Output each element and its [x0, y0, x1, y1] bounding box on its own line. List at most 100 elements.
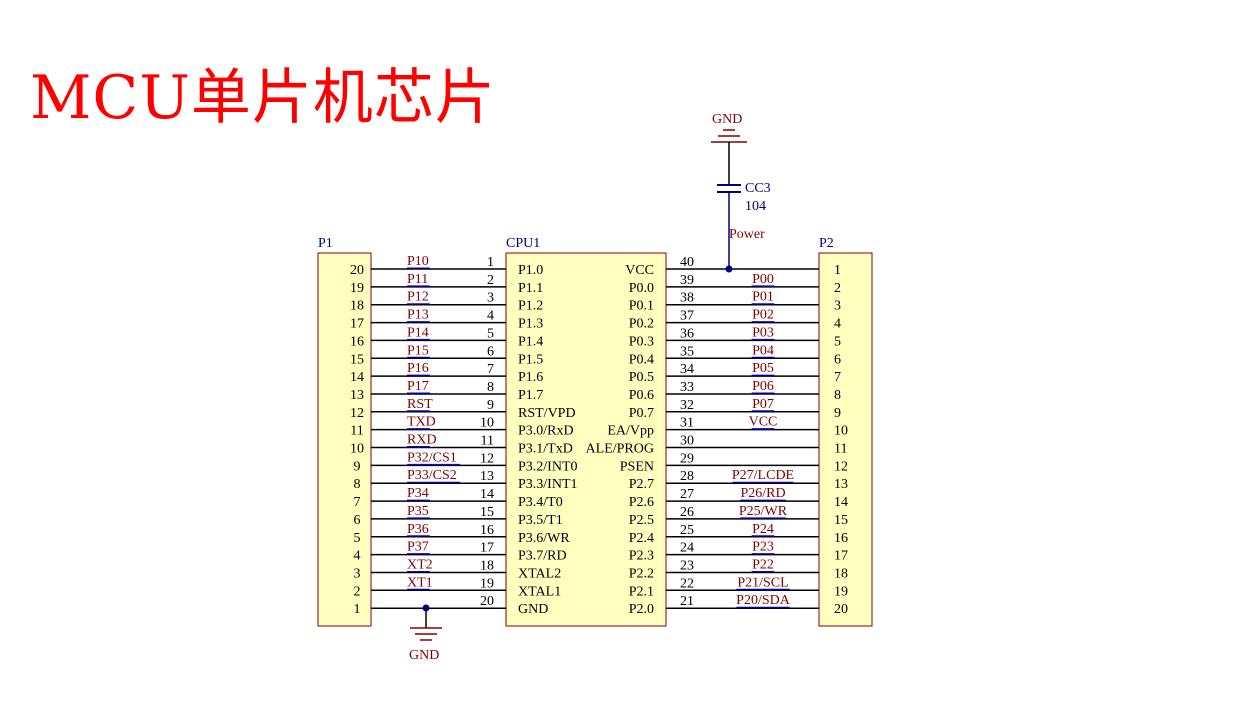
- cpu-pin-name: P0.5: [629, 370, 654, 385]
- cpu-pin-name: P3.3/INT1: [518, 477, 578, 492]
- net-label: P33/CS2: [407, 468, 457, 483]
- cpu-pin-number: 25: [680, 523, 694, 538]
- net-label: P25/WR: [739, 504, 788, 519]
- net-label: P02: [752, 308, 774, 323]
- net-label: P17: [407, 379, 429, 394]
- vcc-junction-dot: [725, 265, 733, 273]
- cpu-pin-number: 4: [487, 309, 494, 324]
- cpu-pin-name: PSEN: [620, 459, 654, 474]
- net-label: P00: [752, 272, 774, 287]
- cpu-pin-number: 3: [487, 291, 494, 306]
- cpu-pin-name: P2.3: [629, 549, 654, 564]
- cpu-pin-name: P0.4: [629, 352, 654, 367]
- net-label: VCC: [749, 415, 778, 430]
- cpu-pin-number: 22: [680, 576, 694, 591]
- cpu-pin-number: 12: [480, 451, 494, 466]
- cpu-pin-number: 5: [487, 326, 494, 341]
- cpu-pin-number: 28: [680, 469, 694, 484]
- cpu-pin-number: 23: [680, 559, 694, 574]
- p1-pin-number: 15: [350, 352, 364, 367]
- p2-pin-number: 7: [834, 370, 841, 385]
- p1-pin-number: 1: [354, 602, 361, 617]
- cpu-pin-number: 40: [680, 255, 694, 270]
- net-label: P21/SCL: [737, 575, 788, 590]
- net-label: P01: [752, 290, 774, 305]
- cpu-pin-number: 2: [487, 273, 494, 288]
- cpu-pin-number: 10: [480, 416, 494, 431]
- p2-pin-number: 11: [834, 442, 847, 457]
- cpu-pin-number: 35: [680, 344, 694, 359]
- p2-pin-number: 15: [834, 513, 848, 528]
- p1-pin-number: 17: [350, 317, 364, 332]
- cpu-pin-name: P0.2: [629, 317, 654, 332]
- cpu-pin-name: EA/Vpp: [607, 424, 654, 439]
- p1-pin-number: 6: [354, 513, 361, 528]
- capacitor-designator: CC3: [745, 181, 771, 196]
- cpu-pin-name: P2.2: [629, 567, 654, 582]
- cpu-pin-number: 36: [680, 326, 694, 341]
- cpu-pin-number: 38: [680, 291, 694, 306]
- p2-pin-number: 5: [834, 334, 841, 349]
- p1-pin-number: 2: [354, 584, 361, 599]
- cpu-pin-name: P0.3: [629, 334, 654, 349]
- cpu-pin-number: 6: [487, 344, 494, 359]
- cpu-pin-name: P0.1: [629, 299, 654, 314]
- cpu-pin-name: P3.0/RxD: [518, 424, 574, 439]
- cpu-pin-name: P2.0: [629, 602, 654, 617]
- net-label: P12: [407, 290, 429, 305]
- net-label: P16: [407, 361, 429, 376]
- capacitor-value: 104: [745, 199, 766, 214]
- net-label: P07: [752, 397, 774, 412]
- net-label: RXD: [407, 433, 437, 448]
- cpu-pin-number: 16: [480, 523, 494, 538]
- cpu-pin-name: P0.7: [629, 406, 654, 421]
- cpu-pin-number: 7: [487, 362, 494, 377]
- cpu-pin-name: P1.6: [518, 370, 543, 385]
- gnd-label-bottom: GND: [409, 648, 439, 663]
- cpu-pin-number: 37: [680, 309, 694, 324]
- p1-pin-number: 20: [350, 263, 364, 278]
- cpu-pin-name: P1.0: [518, 263, 543, 278]
- net-label: P22: [752, 558, 774, 573]
- cpu-pin-number: 18: [480, 559, 494, 574]
- connector-p1-designator: P1: [318, 236, 333, 251]
- p2-pin-number: 17: [834, 549, 848, 564]
- cpu-pin-name: VCC: [625, 263, 654, 278]
- net-label: P23: [752, 540, 774, 555]
- net-label: XT1: [407, 575, 433, 590]
- cpu-pin-number: 24: [680, 541, 694, 556]
- cpu-pin-number: 31: [680, 416, 694, 431]
- cpu-pin-name: RST/VPD: [518, 406, 576, 421]
- cpu-pin-name: P2.1: [629, 584, 654, 599]
- net-label: P10: [407, 254, 429, 269]
- net-label: P26/RD: [740, 486, 785, 501]
- cpu-pin-number: 30: [680, 434, 694, 449]
- cpu-pin-name: P1.4: [518, 334, 543, 349]
- p2-pin-number: 6: [834, 352, 841, 367]
- p2-pin-number: 9: [834, 406, 841, 421]
- p2-pin-number: 18: [834, 567, 848, 582]
- cpu-pin-name: XTAL1: [518, 584, 561, 599]
- cpu-pin-number: 34: [680, 362, 694, 377]
- p1-pin-number: 14: [350, 370, 364, 385]
- p1-pin-number: 10: [350, 442, 364, 457]
- cpu-pin-number: 8: [487, 380, 494, 395]
- capacitor-cc3: [717, 184, 741, 193]
- cpu-pin-name: P3.2/INT0: [518, 459, 578, 474]
- cpu-pin-name: P1.5: [518, 352, 543, 367]
- cpu-pin-name: P1.7: [518, 388, 543, 403]
- cpu-pin-number: 20: [480, 594, 494, 609]
- cpu-pin-number: 32: [680, 398, 694, 413]
- p2-pin-number: 16: [834, 531, 848, 546]
- ground-symbol-bottom: [410, 627, 442, 641]
- cpu-pin-name: P2.4: [629, 531, 654, 546]
- p2-pin-number: 8: [834, 388, 841, 403]
- cpu-pin-name: P0.0: [629, 281, 654, 296]
- net-label: P05: [752, 361, 774, 376]
- gnd-label-top: GND: [712, 112, 742, 127]
- gnd-junction-dot: [422, 604, 430, 612]
- net-label: P13: [407, 308, 429, 323]
- net-label: P14: [407, 325, 429, 340]
- net-label: P06: [752, 379, 774, 394]
- p2-pin-number: 13: [834, 477, 848, 492]
